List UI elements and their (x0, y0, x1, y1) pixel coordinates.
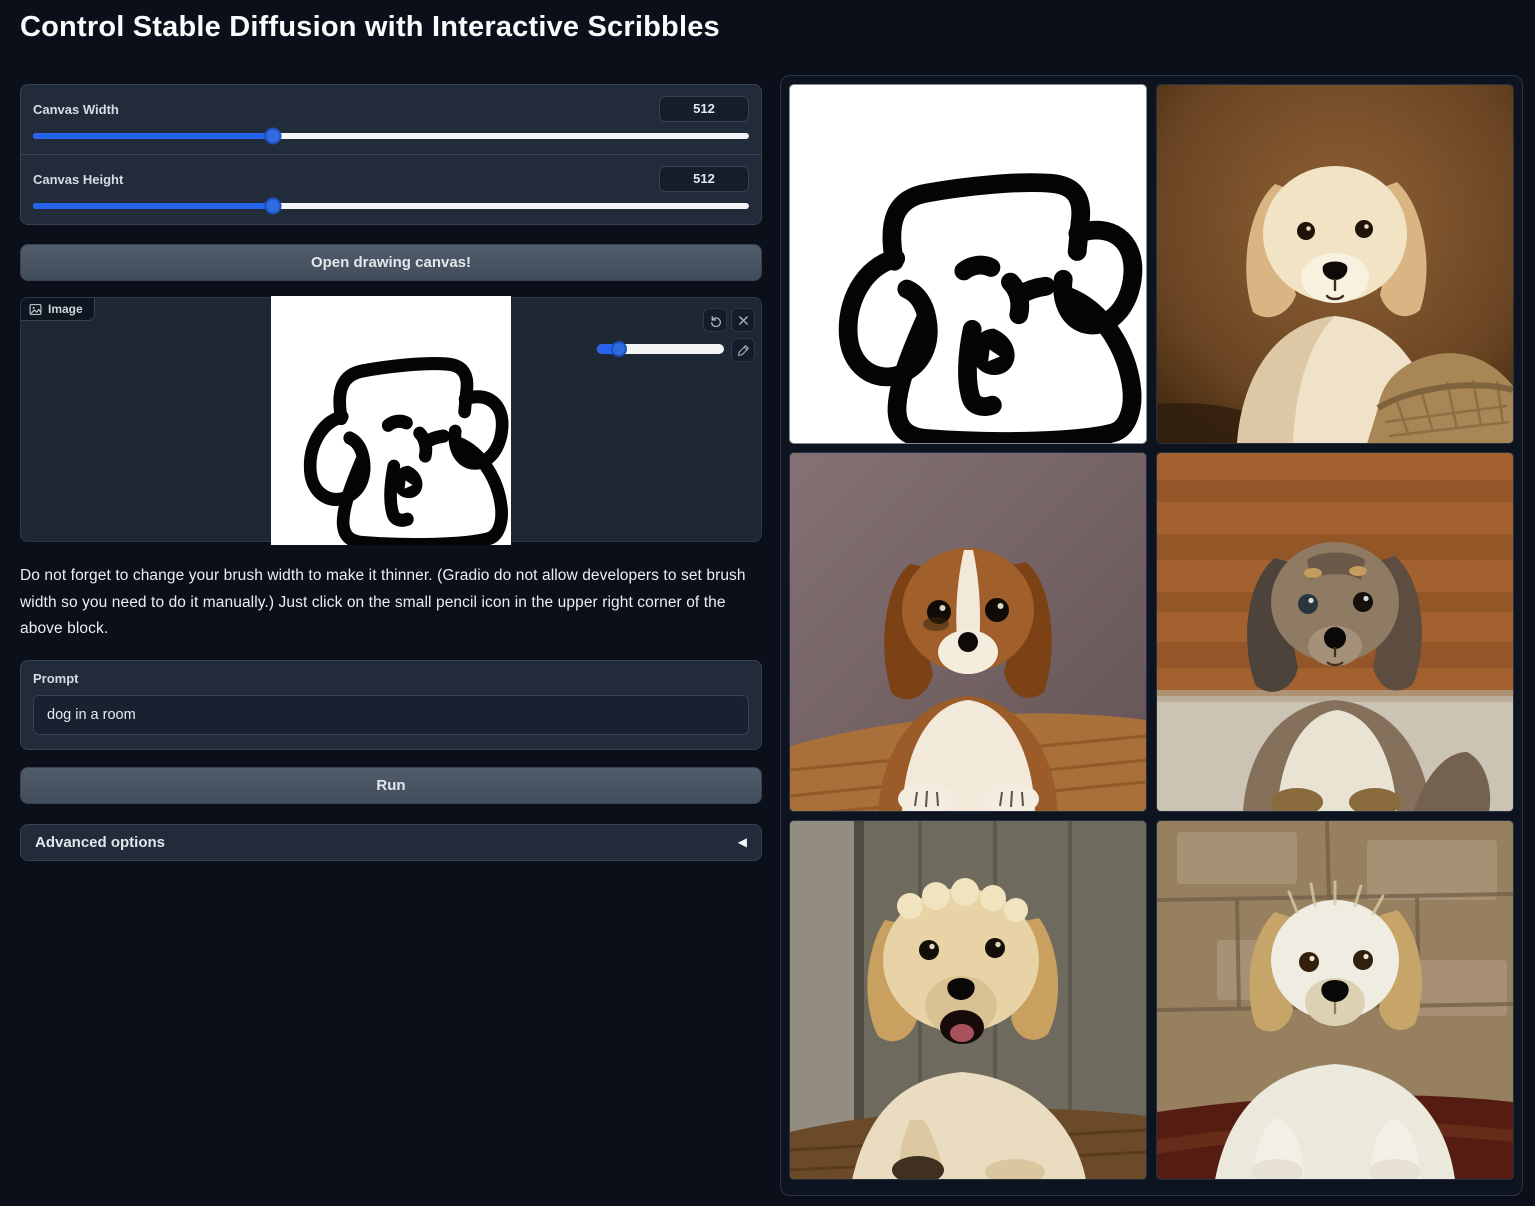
brush-slider-handle[interactable] (611, 341, 627, 357)
drawing-canvas[interactable] (271, 296, 511, 545)
generated-dog-image-1 (1157, 85, 1513, 443)
undo-icon (709, 314, 722, 327)
gallery-item-dog-3[interactable] (1156, 452, 1514, 812)
run-button[interactable]: Run (20, 767, 762, 804)
prompt-panel: Prompt (20, 660, 762, 750)
generated-dog-image-2 (790, 453, 1146, 811)
canvas-width-slider-handle[interactable] (264, 128, 281, 145)
control-column: Canvas Width 512 Canvas Height 512 Open … (20, 84, 762, 861)
gallery-item-dog-2[interactable] (789, 452, 1147, 812)
image-editor-block: Image (20, 297, 762, 542)
generated-dog-image-5 (1157, 821, 1513, 1179)
scribble-drawing[interactable] (271, 296, 511, 545)
advanced-options-accordion[interactable]: Advanced options ◀ (20, 824, 762, 861)
gallery-item-dog-5[interactable] (1156, 820, 1514, 1180)
gallery-item-scribble[interactable] (789, 84, 1147, 444)
undo-button[interactable] (703, 308, 727, 332)
canvas-width-row: Canvas Width 512 (21, 85, 761, 154)
brush-note-text: Do not forget to change your brush width… (20, 563, 762, 643)
canvas-height-label: Canvas Height (33, 172, 123, 187)
canvas-height-slider-fill (33, 203, 273, 209)
image-icon (29, 303, 42, 316)
pencil-icon (737, 344, 750, 357)
canvas-height-row: Canvas Height 512 (21, 154, 761, 224)
scribble-image (790, 85, 1146, 443)
gallery-item-dog-4[interactable] (789, 820, 1147, 1180)
page-title: Control Stable Diffusion with Interactiv… (20, 11, 720, 44)
canvas-width-slider[interactable] (33, 133, 749, 139)
canvas-width-label: Canvas Width (33, 102, 119, 117)
canvas-height-slider[interactable] (33, 203, 749, 209)
brush-size-slider[interactable] (597, 344, 724, 354)
canvas-size-panel: Canvas Width 512 Canvas Height 512 (20, 84, 762, 225)
result-gallery (780, 75, 1523, 1196)
gallery-grid (789, 84, 1514, 1180)
advanced-options-label: Advanced options (35, 834, 165, 851)
gallery-item-dog-1[interactable] (1156, 84, 1514, 444)
brush-edit-button[interactable] (731, 338, 755, 362)
collapse-arrow-icon: ◀ (738, 835, 747, 849)
canvas-width-slider-fill (33, 133, 273, 139)
open-canvas-button[interactable]: Open drawing canvas! (20, 244, 762, 281)
generated-dog-image-4 (790, 821, 1146, 1179)
canvas-width-value[interactable]: 512 (659, 96, 749, 122)
close-icon (738, 315, 749, 326)
clear-button[interactable] (731, 308, 755, 332)
prompt-input[interactable] (33, 695, 749, 735)
image-block-label: Image (21, 298, 95, 321)
generated-dog-image-3 (1157, 453, 1513, 811)
prompt-label: Prompt (33, 671, 749, 686)
canvas-height-slider-handle[interactable] (264, 198, 281, 215)
canvas-height-value[interactable]: 512 (659, 166, 749, 192)
